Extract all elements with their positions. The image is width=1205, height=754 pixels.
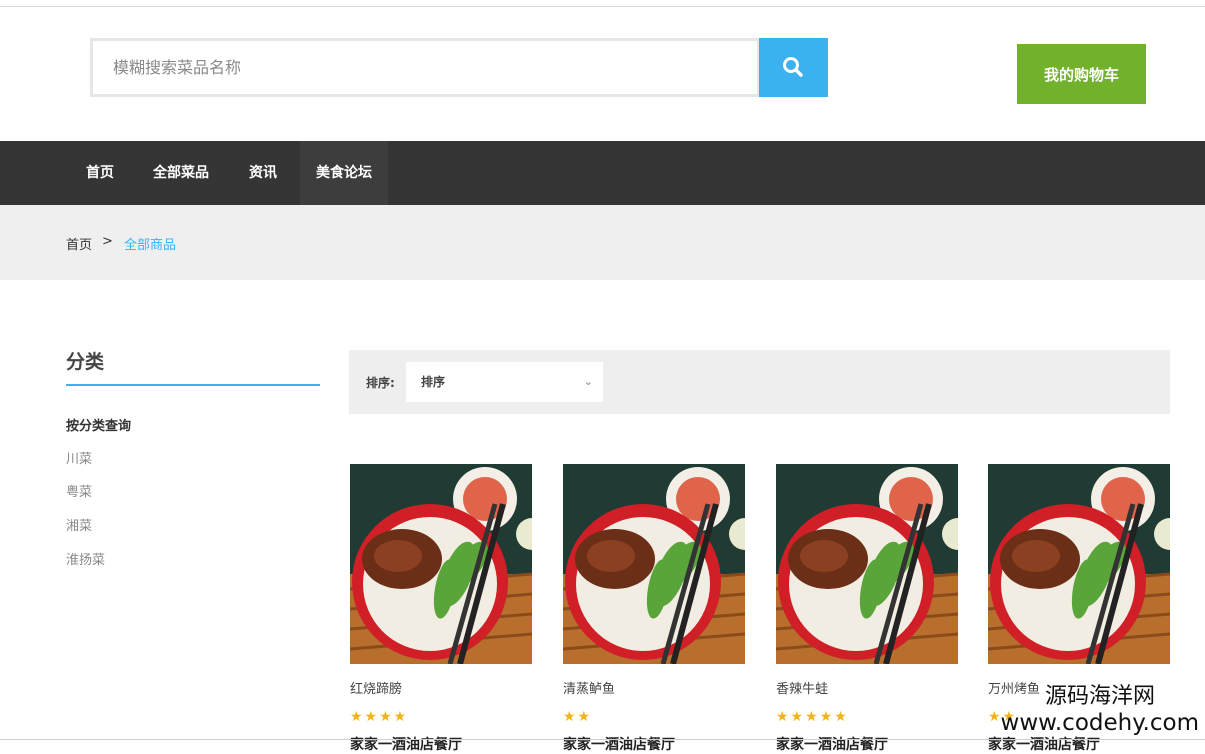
watermark-url: www.codehy.com — [1000, 710, 1199, 736]
sort-label: 排序: — [366, 376, 395, 390]
sort-select[interactable]: 排序 ⌄ — [406, 362, 603, 402]
nav-item-home[interactable]: 首页 — [86, 141, 114, 205]
bottom-divider — [0, 739, 1205, 740]
product-shop: 家家一酒油店餐厅 — [988, 737, 1100, 753]
breadcrumb-separator: > — [102, 234, 113, 249]
breadcrumb: 首页 > 全部商品 — [0, 205, 1205, 280]
nav-item-all-dishes[interactable]: 全部菜品 — [153, 141, 209, 205]
main-nav: 首页 全部菜品 资讯 美食论坛 — [0, 141, 1205, 205]
product-card[interactable]: 清蒸鲈鱼 ★★ 家家一酒油店餐厅 — [563, 464, 745, 753]
search-icon — [782, 56, 803, 77]
star-rating-icon: ★★★★★ — [776, 709, 849, 725]
star-rating-icon: ★★★★ — [350, 709, 409, 725]
product-image[interactable] — [776, 464, 958, 664]
nav-item-news[interactable]: 资讯 — [249, 141, 277, 205]
cart-button[interactable]: 我的购物车 — [1017, 44, 1146, 104]
chevron-down-icon: ⌄ — [583, 375, 593, 388]
search-input[interactable] — [93, 41, 757, 94]
breadcrumb-home[interactable]: 首页 — [66, 234, 92, 253]
category-item-sichuan[interactable]: 川菜 — [66, 448, 92, 467]
breadcrumb-current: 全部商品 — [124, 238, 177, 253]
category-underline — [66, 384, 320, 386]
sort-bar: 排序: 排序 ⌄ — [349, 350, 1170, 414]
star-rating-icon: ★★ — [563, 709, 593, 725]
product-shop: 家家一酒油店餐厅 — [350, 737, 462, 753]
watermark: 源码海洋网 www.codehy.com — [1001, 684, 1199, 736]
product-card[interactable]: 红烧蹄膀 ★★★★ 家家一酒油店餐厅 — [350, 464, 532, 753]
product-card[interactable]: 万州烤鱼 ★★ 家家一酒油店餐厅 — [988, 464, 1170, 753]
product-image[interactable] — [563, 464, 745, 664]
product-shop: 家家一酒油店餐厅 — [776, 737, 888, 753]
category-item-huaiyang[interactable]: 淮扬菜 — [66, 549, 105, 568]
watermark-title: 源码海洋网 — [1044, 684, 1155, 709]
category-item-hunan[interactable]: 湘菜 — [66, 515, 92, 534]
category-item-cantonese[interactable]: 粤菜 — [66, 481, 92, 500]
product-shop: 家家一酒油店餐厅 — [563, 737, 675, 753]
product-name[interactable]: 香辣牛蛙 — [776, 678, 828, 697]
product-card[interactable]: 香辣牛蛙 ★★★★★ 家家一酒油店餐厅 — [776, 464, 958, 753]
category-heading: 按分类查询 — [66, 419, 132, 434]
nav-item-forum[interactable]: 美食论坛 — [300, 141, 388, 205]
product-name[interactable]: 红烧蹄膀 — [350, 678, 402, 697]
category-title: 分类 — [66, 351, 105, 373]
product-name[interactable]: 清蒸鲈鱼 — [563, 678, 615, 697]
sort-selected-value: 排序 — [421, 375, 446, 389]
search-box — [90, 38, 760, 97]
product-image[interactable] — [988, 464, 1170, 664]
top-divider — [0, 6, 1205, 7]
product-image[interactable] — [350, 464, 532, 664]
search-button[interactable] — [759, 38, 828, 97]
